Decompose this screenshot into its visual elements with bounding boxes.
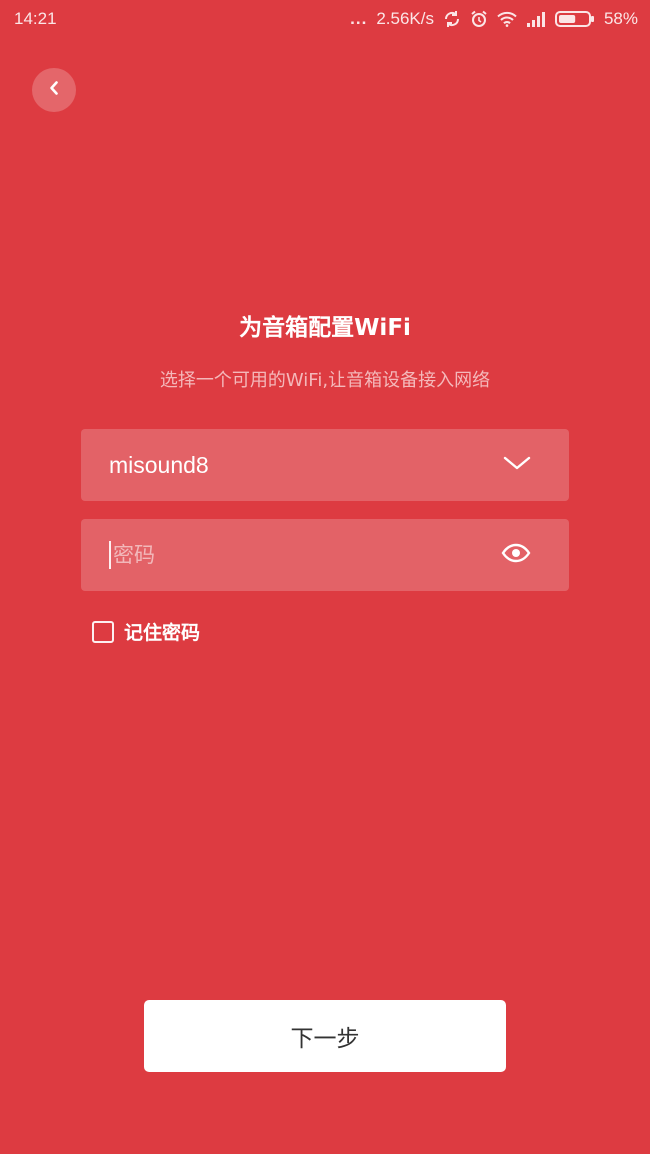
back-button[interactable]	[32, 68, 76, 112]
remember-password-checkbox[interactable]	[92, 620, 114, 643]
status-bar: 14:21 ... 2.56K/s 58%	[0, 0, 650, 38]
remember-password-option[interactable]: 记住密码	[92, 618, 200, 645]
page-title: 为音箱配置WiFi	[239, 315, 411, 341]
alarm-icon	[470, 10, 488, 28]
status-indicators: ... 2.56K/s 58%	[350, 9, 638, 29]
password-placeholder[interactable]: 密码	[109, 541, 501, 569]
wifi-network-select[interactable]: misound8	[81, 429, 569, 501]
battery-percent: 58%	[603, 9, 638, 28]
signal-icon	[526, 11, 546, 27]
chevron-down-icon[interactable]	[503, 455, 531, 475]
page-subtitle: 选择一个可用的WiFi,让音箱设备接入网络	[159, 370, 491, 391]
eye-icon[interactable]	[501, 543, 531, 567]
wifi-icon	[497, 11, 517, 27]
password-field[interactable]: 密码	[81, 519, 569, 591]
next-button[interactable]: 下一步	[144, 1000, 506, 1072]
wifi-network-name: misound8	[109, 451, 209, 478]
notification-dots-icon: ...	[350, 9, 368, 28]
remember-password-label: 记住密码	[124, 622, 201, 644]
sync-icon	[443, 10, 461, 28]
network-speed: 2.56K/s	[376, 9, 434, 28]
status-time: 14:21	[14, 9, 57, 28]
battery-icon	[554, 10, 595, 28]
chevron-left-icon	[47, 79, 61, 101]
